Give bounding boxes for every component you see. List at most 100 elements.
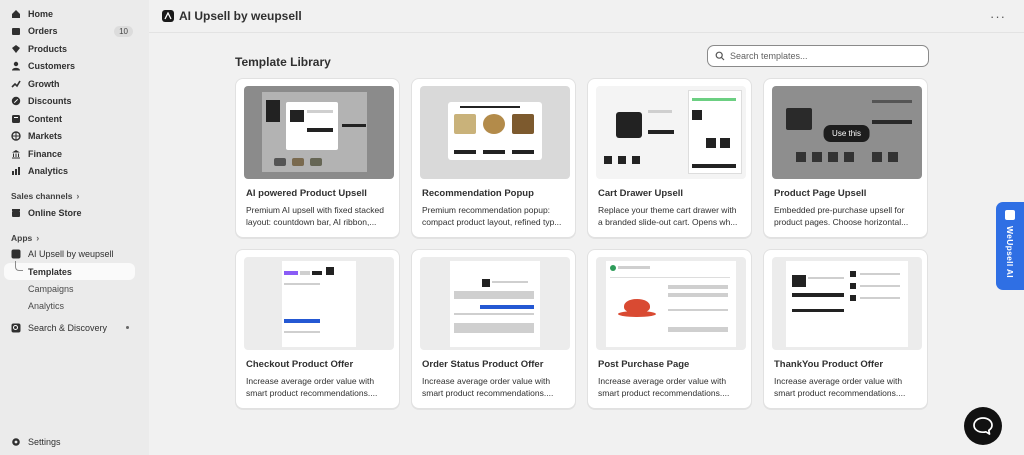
content-icon	[11, 114, 21, 124]
analytics-icon	[11, 166, 21, 176]
template-preview-image: Use this	[771, 86, 922, 179]
search-discovery-icon	[11, 323, 21, 333]
sidebar-subitem-analytics[interactable]: Analytics	[0, 297, 149, 314]
app-icon	[11, 249, 21, 259]
sidebar-item-label: Search & Discovery	[28, 322, 108, 333]
template-preview-image	[243, 257, 394, 350]
sidebar-item-analytics[interactable]: Analytics	[0, 163, 149, 181]
orders-icon	[11, 26, 21, 36]
template-card-title: Cart Drawer Upsell	[598, 188, 684, 199]
side-tab-label: WeUpsell AI	[1005, 226, 1015, 278]
template-card-order-status-offer[interactable]: Order Status Product Offer Increase aver…	[411, 249, 576, 409]
sidebar-item-home[interactable]: Home	[0, 5, 149, 23]
sidebar-item-label: Settings	[28, 437, 61, 448]
sidebar-item-label: Home	[28, 8, 54, 19]
template-card-title: ThankYou Product Offer	[774, 359, 884, 370]
template-card-description: Increase average order value with smart …	[246, 376, 378, 398]
template-card-description: Increase average order value with smart …	[598, 376, 730, 398]
template-card-description: Premium recommendation popup: compact pr…	[422, 205, 562, 227]
template-card-description: Premium AI upsell with fixed stacked lay…	[246, 205, 384, 227]
sidebar-subitem-campaigns[interactable]: Campaigns	[0, 280, 149, 297]
sidebar-subitem-templates[interactable]: Templates	[4, 261, 135, 280]
template-card-title: Post Purchase Page	[598, 359, 690, 370]
template-preview-image	[419, 86, 570, 179]
sidebar-item-label: Products	[28, 43, 68, 54]
template-card-title: AI powered Product Upsell	[246, 188, 367, 199]
sidebar-item-label: Markets	[28, 131, 63, 142]
store-icon	[11, 208, 21, 218]
sales-channels-heading[interactable]: Sales channels ›	[0, 188, 149, 204]
template-card-checkout-offer[interactable]: Checkout Product Offer Increase average …	[235, 249, 400, 409]
sidebar-item-discounts[interactable]: Discounts	[0, 93, 149, 111]
template-card-description: Increase average order value with smart …	[774, 376, 906, 398]
app-header: AI Upsell by weupsell	[149, 0, 1024, 33]
pin-dot-icon	[126, 326, 129, 329]
template-preview-image	[595, 257, 746, 350]
sidebar-item-label: Discounts	[28, 96, 72, 107]
customers-icon	[11, 61, 21, 71]
sidebar-item-search-discovery[interactable]: Search & Discovery	[0, 319, 149, 337]
search-field[interactable]	[707, 45, 929, 67]
sidebar-item-label: Analytics	[28, 166, 69, 177]
template-card-title: Recommendation Popup	[422, 188, 534, 199]
sidebar-item-finance[interactable]: Finance	[0, 145, 149, 163]
template-card-recommendation-popup[interactable]: Recommendation Popup Premium recommendat…	[411, 78, 576, 238]
tree-connector	[15, 261, 23, 271]
template-card-title: Product Page Upsell	[774, 188, 867, 199]
gear-icon	[11, 437, 21, 447]
sidebar-item-markets[interactable]: Markets	[0, 128, 149, 146]
template-card-description: Replace your theme cart drawer with a br…	[598, 205, 738, 227]
home-icon	[11, 9, 21, 19]
template-card-title: Order Status Product Offer	[422, 359, 544, 370]
sidebar-item-label: Finance	[28, 148, 63, 159]
search-input[interactable]	[730, 51, 920, 61]
sidebar-item-orders[interactable]: Orders 10	[0, 23, 149, 41]
template-card-title: Checkout Product Offer	[246, 359, 354, 370]
sidebar: Home Orders 10 Products Customers Growth…	[0, 0, 149, 455]
template-preview-image	[595, 86, 746, 179]
growth-icon	[11, 79, 21, 89]
app-title: AI Upsell by weupsell	[179, 9, 302, 23]
template-card-description: Increase average order value with smart …	[422, 376, 554, 398]
search-icon	[715, 51, 725, 61]
chat-bubble-icon	[1005, 210, 1015, 220]
products-icon	[11, 44, 21, 54]
orders-count-badge: 10	[114, 25, 133, 37]
template-preview-image	[771, 257, 922, 350]
sidebar-item-products[interactable]: Products	[0, 40, 149, 58]
main-panel: AI Upsell by weupsell ··· Template Libra…	[149, 0, 1024, 455]
template-card-product-page-upsell[interactable]: Use this Product Page Upsell Embedded pr…	[763, 78, 928, 238]
weupsell-side-tab[interactable]: WeUpsell AI	[996, 202, 1024, 290]
app-logo-icon	[162, 10, 174, 22]
sidebar-item-content[interactable]: Content	[0, 110, 149, 128]
chat-icon	[973, 417, 993, 435]
sidebar-item-label: Online Store	[28, 207, 82, 218]
globe-icon	[11, 131, 21, 141]
more-actions-icon[interactable]: ···	[990, 9, 1006, 24]
template-card-cart-drawer[interactable]: Cart Drawer Upsell Replace your theme ca…	[587, 78, 752, 238]
sidebar-item-label: Customers	[28, 61, 76, 72]
page-title: Template Library	[235, 55, 331, 69]
template-grid: AI powered Product Upsell Premium AI ups…	[235, 78, 928, 409]
apps-heading[interactable]: Apps ›	[0, 230, 149, 246]
sidebar-item-online-store[interactable]: Online Store	[0, 204, 149, 222]
sidebar-item-label: Growth	[28, 78, 60, 89]
bank-icon	[11, 149, 21, 159]
chevron-right-icon: ›	[76, 191, 80, 201]
use-template-button[interactable]: Use this	[823, 125, 870, 142]
discounts-icon	[11, 96, 21, 106]
template-card-description: Embedded pre-purchase upsell for product…	[774, 205, 909, 227]
template-card-thankyou-offer[interactable]: ThankYou Product Offer Increase average …	[763, 249, 928, 409]
chevron-right-icon: ›	[36, 232, 40, 243]
template-preview-image	[419, 257, 570, 350]
sidebar-item-customers[interactable]: Customers	[0, 58, 149, 76]
chat-button[interactable]	[964, 407, 1002, 445]
template-card-post-purchase[interactable]: Post Purchase Page Increase average orde…	[587, 249, 752, 409]
sidebar-item-settings[interactable]: Settings	[0, 434, 149, 452]
sidebar-item-label: Content	[28, 113, 62, 124]
sidebar-item-label: Orders	[28, 26, 58, 37]
template-preview-image	[243, 86, 394, 179]
template-card-ai-upsell[interactable]: AI powered Product Upsell Premium AI ups…	[235, 78, 400, 238]
sidebar-item-label: AI Upsell by weupsell	[28, 249, 114, 260]
sidebar-item-growth[interactable]: Growth	[0, 75, 149, 93]
